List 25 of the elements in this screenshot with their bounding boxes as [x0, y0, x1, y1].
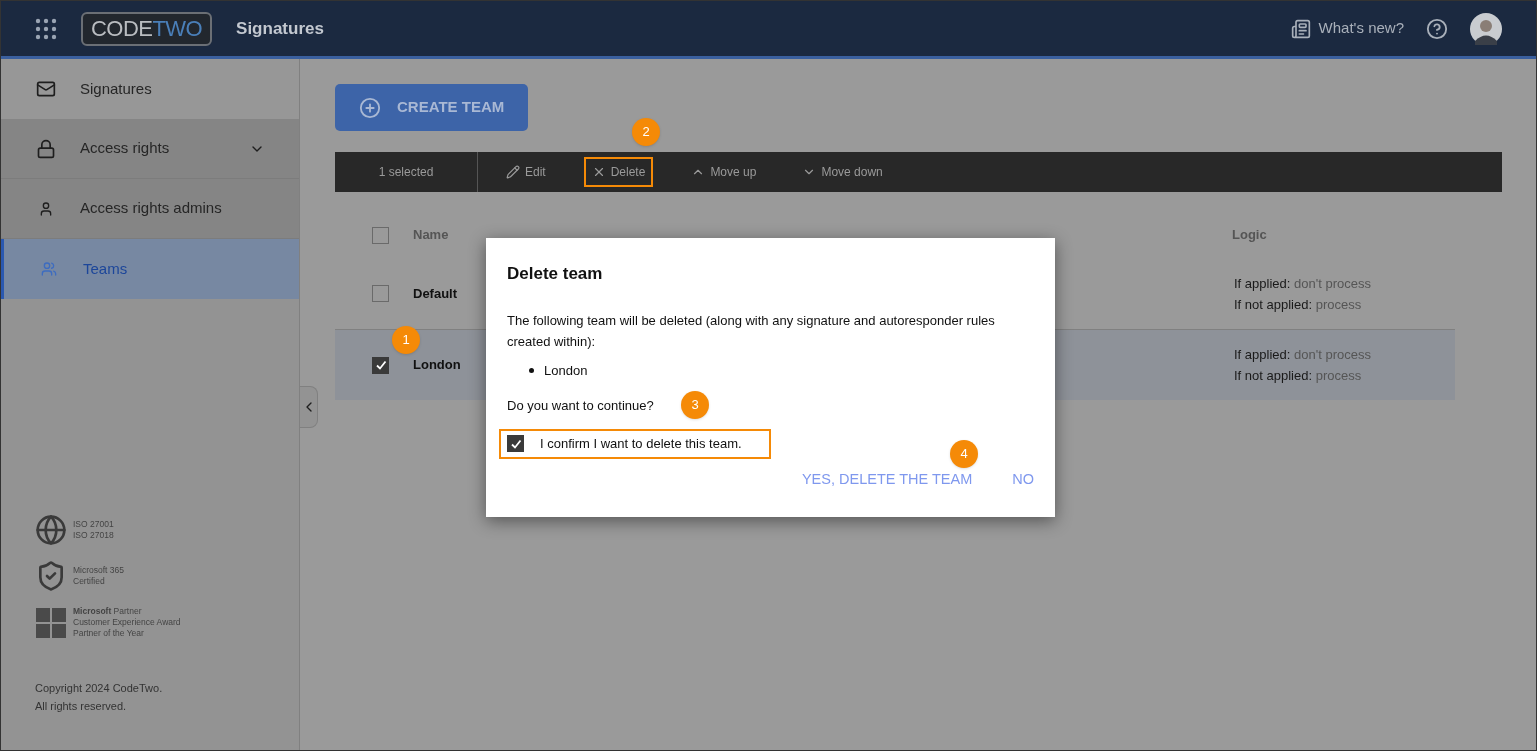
app-title: Signatures: [236, 17, 324, 40]
badge-text: ISO 27018: [73, 530, 114, 541]
logic-text: If not applied: process: [1234, 295, 1363, 314]
badge-text: Microsoft Partner: [73, 606, 143, 617]
copyright-text: Copyright 2024 CodeTwo.: [35, 681, 164, 696]
badge-text: ISO 27001: [73, 519, 114, 530]
badge-text: Partner of the Year: [73, 628, 145, 639]
table-cell-text: Default: [413, 284, 458, 303]
badge-text: Microsoft 365: [73, 565, 125, 576]
logic-text: If not applied: process: [1234, 367, 1363, 385]
step-callout: 1: [392, 326, 420, 354]
step-callout: 2: [632, 118, 660, 146]
column-header: Name: [413, 226, 450, 245]
team-name: London: [544, 361, 588, 380]
table-cell-text: London: [413, 356, 461, 375]
dialog-message: The following team will be deleted (along with any signature and autoresponder rules created within):: [507, 311, 996, 351]
copyright-text: All rights reserved.: [35, 699, 128, 714]
badge-text: Customer Experience Award: [73, 617, 181, 628]
badge-text: Certified: [73, 576, 106, 587]
logic-text: If applied: don't process: [1234, 346, 1372, 364]
dialog-title: Delete team: [507, 263, 604, 285]
dialog-question: Do you want to continue?: [507, 397, 654, 415]
logic-text: If applied: don't process: [1234, 274, 1372, 293]
selection-count: 1 selected: [335, 152, 478, 192]
column-header: Logic: [1232, 226, 1268, 245]
